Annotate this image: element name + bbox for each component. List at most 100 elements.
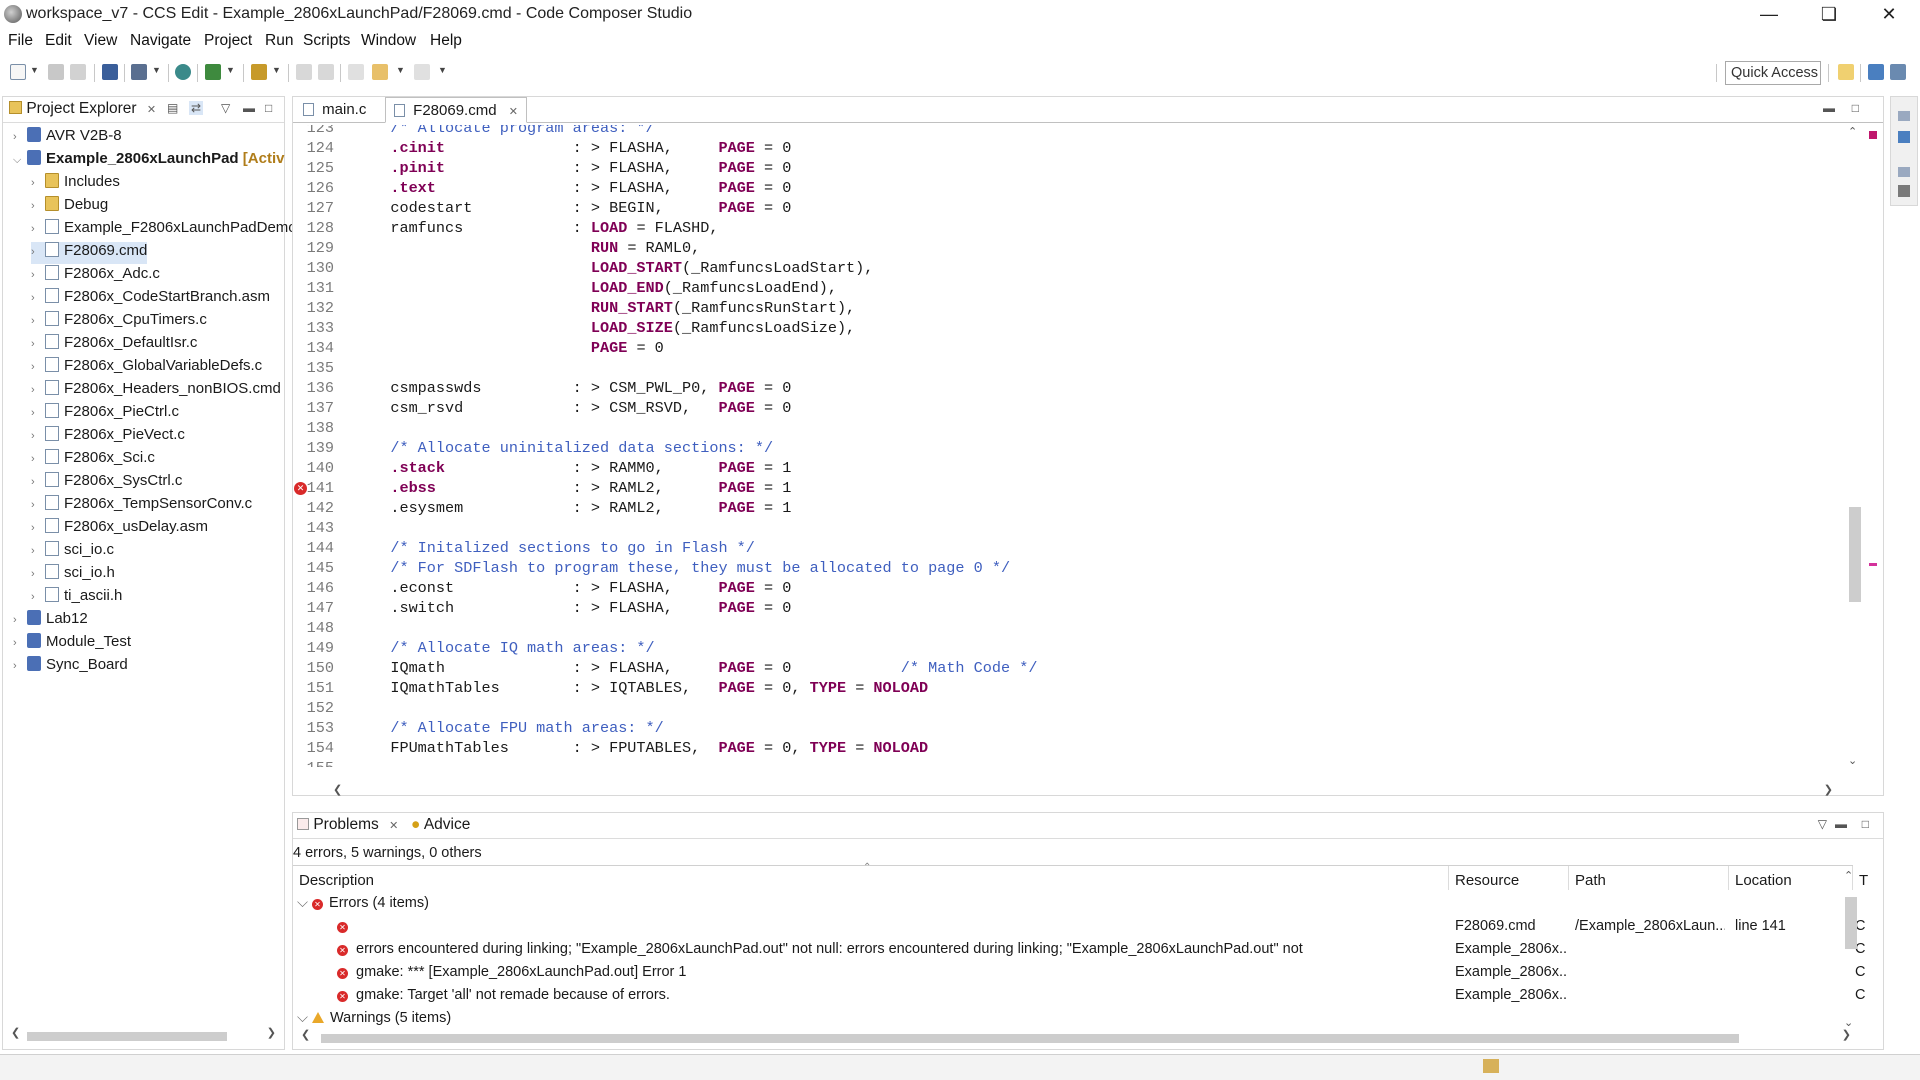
collapsed-icon[interactable]: › [31, 430, 45, 442]
expanded-icon[interactable]: ⌵ [297, 1010, 312, 1026]
tree-item[interactable]: › F2806x_Sci.c [31, 449, 155, 471]
ccs-edit-perspective-icon[interactable] [1868, 64, 1884, 80]
terminal-icon[interactable] [102, 64, 118, 80]
code-line[interactable]: 149 /* Allocate IQ math areas: */ [293, 639, 1853, 659]
menu-navigate[interactable]: Navigate [130, 32, 191, 50]
code-line[interactable]: 143 [293, 519, 1853, 539]
open-perspective-icon[interactable] [1838, 64, 1854, 80]
collapsed-icon[interactable]: › [31, 246, 45, 258]
code-line[interactable]: 137 csm_rsvd : > CSM_RSVD, PAGE = 0 [293, 399, 1853, 419]
collapsed-icon[interactable]: › [31, 407, 45, 419]
minimize-editor-icon[interactable]: ▬ [1823, 101, 1835, 115]
code-line[interactable]: 144 /* Initalized sections to go in Flas… [293, 539, 1853, 559]
code-line[interactable]: 145 /* For SDFlash to program these, the… [293, 559, 1853, 579]
console-view-icon[interactable] [1898, 131, 1910, 143]
outline-view-icon[interactable] [1898, 185, 1910, 197]
code-line[interactable]: 124 .cinit : > FLASHA, PAGE = 0 [293, 139, 1853, 159]
debug-icon[interactable] [205, 64, 221, 80]
explorer-horizontal-scrollbar[interactable]: ❮ ❯ [11, 1026, 276, 1043]
tree-item[interactable]: › ti_ascii.h [31, 587, 122, 609]
tree-item[interactable]: › Debug [31, 196, 108, 218]
problem-group-row[interactable]: ⌵ Warnings (5 items) [293, 1007, 1853, 1030]
collapsed-icon[interactable]: › [31, 223, 45, 235]
collapsed-icon[interactable]: › [31, 200, 45, 212]
minimize-view-icon[interactable]: ▬ [1835, 817, 1847, 831]
menu-window[interactable]: Window [361, 32, 416, 50]
collapsed-icon[interactable]: › [31, 453, 45, 465]
code-line[interactable]: 146 .econst : > FLASHA, PAGE = 0 [293, 579, 1853, 599]
tab-main-c[interactable]: main.c [295, 97, 374, 123]
scroll-right-icon[interactable]: ❯ [267, 1026, 276, 1039]
scroll-right-icon[interactable]: ❯ [1842, 1028, 1851, 1041]
collapsed-icon[interactable]: › [13, 660, 27, 672]
problems-horizontal-thumb[interactable] [321, 1034, 1739, 1043]
menu-project[interactable]: Project [204, 32, 252, 50]
code-line[interactable]: 125 .pinit : > FLASHA, PAGE = 0 [293, 159, 1853, 179]
back-dropdown-icon[interactable]: ▼ [396, 65, 405, 75]
tree-item[interactable]: › sci_io.c [31, 541, 114, 563]
menu-scripts[interactable]: Scripts [303, 32, 350, 50]
tree-item[interactable]: ⌵ Example_2806xLaunchPad [Activ [13, 150, 284, 172]
scroll-up-icon[interactable]: ⌃ [1848, 125, 1857, 138]
last-edit-icon[interactable] [348, 64, 364, 80]
collapsed-icon[interactable]: › [31, 269, 45, 281]
collapsed-icon[interactable]: › [31, 545, 45, 557]
code-line[interactable]: 131 LOAD_END(_RamfuncsLoadEnd), [293, 279, 1853, 299]
collapsed-icon[interactable]: › [31, 384, 45, 396]
code-line[interactable]: 140 .stack : > RAMM0, PAGE = 1 [293, 459, 1853, 479]
problem-group-row[interactable]: ⌵ ✕ Errors (4 items) [293, 892, 1853, 915]
code-line[interactable]: 142 .esysmem : > RAML2, PAGE = 1 [293, 499, 1853, 519]
expanded-icon[interactable]: ⌵ [13, 154, 27, 167]
code-line[interactable]: 147 .switch : > FLASHA, PAGE = 0 [293, 599, 1853, 619]
tree-item[interactable]: › F2806x_GlobalVariableDefs.c [31, 357, 262, 379]
next-annotation-icon[interactable] [318, 64, 334, 80]
error-ruler-marker[interactable] [1869, 563, 1877, 566]
column-header-resource[interactable]: Resource [1449, 866, 1569, 890]
code-line[interactable]: 134 PAGE = 0 [293, 339, 1853, 359]
maximize-view-icon[interactable]: □ [265, 101, 272, 115]
code-line[interactable]: 132 RUN_START(_RamfuncsRunStart), [293, 299, 1853, 319]
tree-item[interactable]: › F2806x_usDelay.asm [31, 518, 208, 540]
problems-horizontal-scrollbar[interactable]: ❮ ❯ [301, 1028, 1851, 1045]
code-line[interactable]: 152 [293, 699, 1853, 719]
collapsed-icon[interactable]: › [31, 338, 45, 350]
tree-item[interactable]: › Sync_Board [13, 656, 128, 678]
collapsed-icon[interactable]: › [31, 361, 45, 373]
code-line[interactable]: 136 csmpasswds : > CSM_PWL_P0, PAGE = 0 [293, 379, 1853, 399]
close-icon[interactable]: ✕ [389, 820, 398, 832]
ccs-debug-perspective-icon[interactable] [1890, 64, 1906, 80]
collapsed-icon[interactable]: › [31, 315, 45, 327]
code-line[interactable]: 154 FPUmathTables : > FPUTABLES, PAGE = … [293, 739, 1853, 759]
scroll-right-icon[interactable]: ❯ [1824, 783, 1833, 796]
flash-dropdown-icon[interactable]: ▼ [272, 65, 281, 75]
restore-view-icon[interactable] [1898, 167, 1910, 177]
minimize-button[interactable]: — [1746, 0, 1792, 30]
build-icon[interactable] [131, 64, 147, 80]
menu-help[interactable]: Help [430, 32, 462, 50]
collapsed-icon[interactable]: › [13, 637, 27, 649]
debug-dropdown-icon[interactable]: ▼ [226, 65, 235, 75]
code-line[interactable]: ✕ 141 .ebss : > RAML2, PAGE = 1 [293, 479, 1853, 499]
code-line[interactable]: 155 [293, 759, 1853, 767]
tree-item[interactable]: › F2806x_TempSensorConv.c [31, 495, 252, 517]
minimize-view-icon[interactable]: ▬ [243, 101, 255, 115]
problems-vertical-scrollbar[interactable]: ⌃ ⌄ [1843, 869, 1857, 1029]
tree-item[interactable]: › F28069.cmd [31, 242, 148, 264]
code-line[interactable]: 150 IQmath : > FLASHA, PAGE = 0 /* Math … [293, 659, 1853, 679]
code-line[interactable]: 123 /* Allocate program areas: */ [293, 125, 1853, 139]
new-icon[interactable] [10, 64, 26, 80]
column-header-location[interactable]: Location [1729, 866, 1853, 890]
close-tab-icon[interactable]: ✕ [509, 106, 518, 118]
problem-row[interactable]: ✕ errors encountered during linking; "Exa… [293, 938, 1865, 961]
close-button[interactable]: ✕ [1866, 0, 1912, 30]
collapsed-icon[interactable]: › [31, 522, 45, 534]
tree-item[interactable]: › F2806x_Adc.c [31, 265, 160, 287]
problems-scroll-thumb[interactable] [1845, 897, 1857, 949]
tree-item[interactable]: › Lab12 [13, 610, 88, 632]
collapsed-icon[interactable]: › [31, 292, 45, 304]
collapsed-icon[interactable]: › [31, 568, 45, 580]
forward-dropdown-icon[interactable]: ▼ [438, 65, 447, 75]
collapsed-icon[interactable]: › [31, 476, 45, 488]
prev-annotation-icon[interactable] [296, 64, 312, 80]
tree-item[interactable]: › Example_F2806xLaunchPadDemo [31, 219, 297, 241]
